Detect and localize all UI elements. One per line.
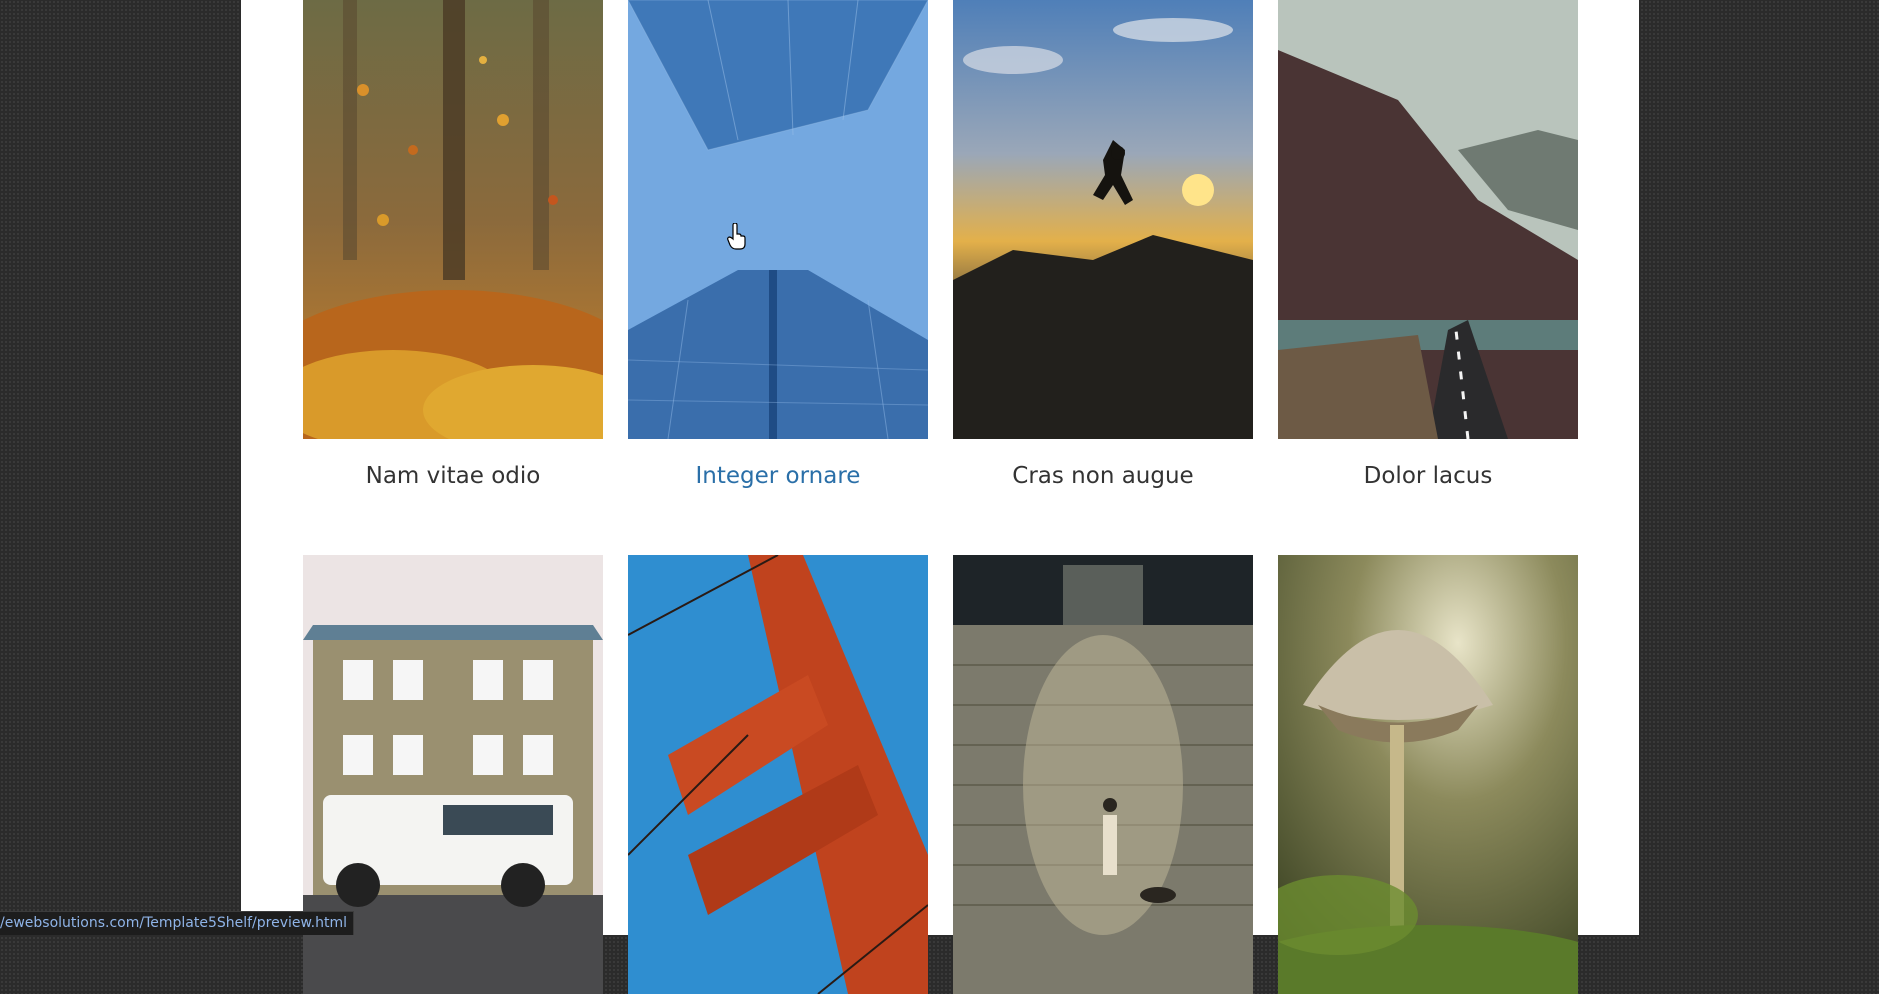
gallery-item[interactable]: Nam vitae odio bbox=[303, 0, 603, 489]
gallery-image-skyscraper[interactable] bbox=[628, 0, 928, 439]
gallery-image-mushroom[interactable] bbox=[1278, 555, 1578, 994]
gallery-image-mountain-road[interactable] bbox=[1278, 0, 1578, 439]
gallery-item[interactable] bbox=[628, 555, 928, 994]
gallery-item[interactable] bbox=[1278, 555, 1578, 994]
pointer-hand-icon bbox=[727, 222, 747, 251]
gallery-item-title[interactable]: Integer ornare bbox=[628, 463, 928, 489]
gallery-item-title[interactable]: Dolor lacus bbox=[1278, 463, 1578, 489]
gallery-image-sunset-jump[interactable] bbox=[953, 0, 1253, 439]
gallery-item-title[interactable]: Nam vitae odio bbox=[303, 463, 603, 489]
gallery-item-title[interactable]: Cras non augue bbox=[953, 463, 1253, 489]
gallery-image-red-bridge[interactable] bbox=[628, 555, 928, 994]
gallery-item[interactable]: Cras non augue bbox=[953, 0, 1253, 489]
gallery-item[interactable] bbox=[953, 555, 1253, 994]
status-bar-url: /ewebsolutions.com/Template5Shelf/previe… bbox=[0, 911, 355, 935]
gallery-image-autumn[interactable] bbox=[303, 0, 603, 439]
content-panel: Nam vitae odio Integer ornare Cras non a… bbox=[241, 0, 1639, 994]
gallery-grid: Nam vitae odio Integer ornare Cras non a… bbox=[241, 0, 1639, 994]
gallery-item[interactable]: Integer ornare bbox=[628, 0, 928, 489]
gallery-item[interactable]: Dolor lacus bbox=[1278, 0, 1578, 489]
gallery-image-stone-wall-dog[interactable] bbox=[953, 555, 1253, 994]
